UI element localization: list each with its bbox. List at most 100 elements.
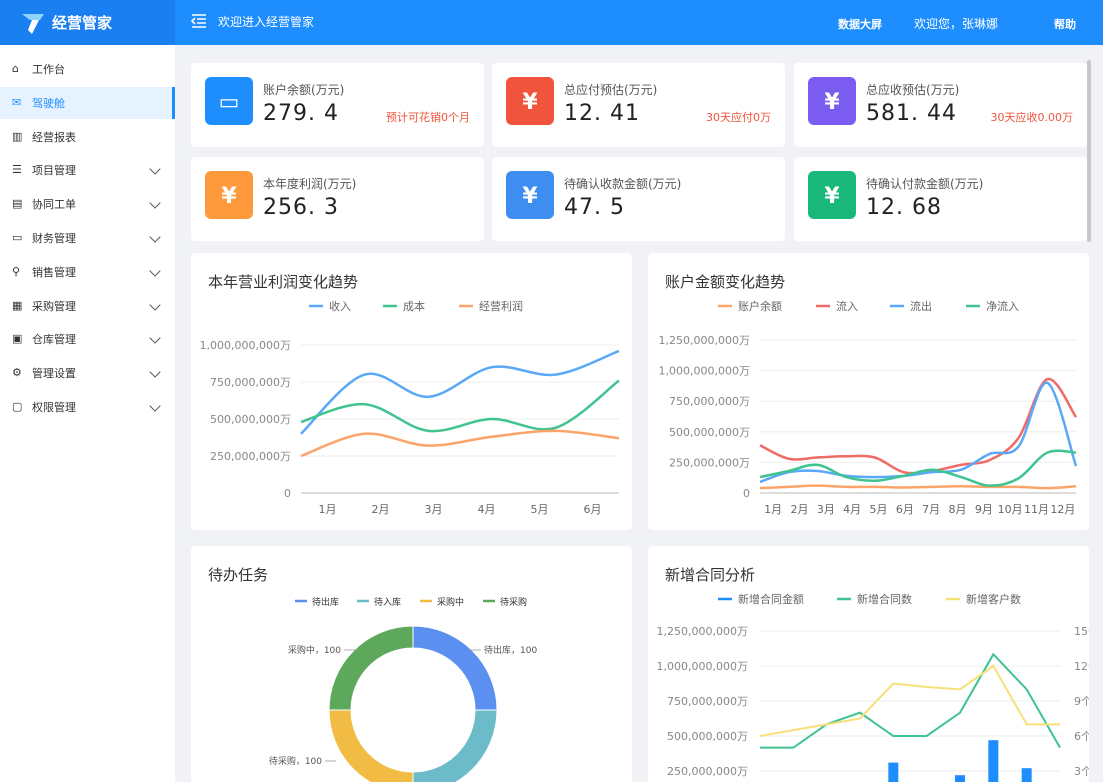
x-tick-label: 5月	[870, 503, 888, 516]
svg-text:¥: ¥	[824, 90, 840, 115]
y-tick-label: 500,000,000万	[669, 426, 750, 439]
money-bag-icon: ¥	[205, 171, 253, 219]
y-tick-label: 1,000,000,000万	[200, 339, 291, 352]
x-tick-label: 4月	[843, 503, 861, 516]
x-tick-label: 4月	[478, 503, 496, 516]
legend-item[interactable]: 流入	[816, 299, 858, 313]
sidebar-item-0[interactable]: ⌂ 工作台	[0, 53, 175, 85]
legend-item[interactable]: 新增客户数	[946, 592, 1021, 606]
user-greeting[interactable]: 欢迎您，张琳娜	[914, 15, 998, 32]
pie-slice[interactable]	[328, 625, 414, 711]
legend-item[interactable]: 待入库	[357, 596, 401, 608]
stat-card[interactable]: ¥ 总应收预估(万元) 581. 44 30天应收0.00万	[794, 63, 1087, 147]
sidebar-item-label: 权限管理	[32, 401, 76, 414]
legend-item[interactable]: 账户余额	[718, 299, 782, 313]
legend-label: 账户余额	[738, 299, 782, 313]
series-line	[759, 484, 1077, 490]
receivable-icon: ¥	[808, 77, 856, 125]
x-tick-label: 1月	[764, 503, 782, 516]
y-tick-label: 250,000,000万	[210, 450, 291, 463]
x-tick-label: 2月	[372, 503, 390, 516]
menu-fold-icon[interactable]	[190, 12, 208, 30]
stat-card[interactable]: ¥ 本年度利润(万元) 256. 3	[191, 157, 484, 241]
series-line	[759, 381, 1078, 484]
x-tick-label: 3月	[425, 503, 443, 516]
sidebar-item-7[interactable]: ▦ 采购管理	[0, 290, 175, 322]
x-tick-label: 7月	[922, 503, 940, 516]
legend-item[interactable]: 流出	[890, 299, 932, 313]
slice-label: 待出库，100	[484, 644, 537, 656]
sidebar-item-10[interactable]: ▢ 权限管理	[0, 391, 175, 423]
y-tick-label: 250,000,000万	[669, 456, 750, 469]
logo-icon	[22, 13, 44, 34]
stat-label: 本年度利润(万元)	[263, 177, 357, 191]
sidebar: ⌂ 工作台 ✉ 驾驶舱 ▥ 经营报表 ☰ 项目管理 ▤ 协同工单 ▭ 财务管理 ⚲ 销售管理 ▦ 采购管理 ▣ 仓…	[0, 45, 175, 782]
pie-slice[interactable]	[412, 625, 498, 711]
y-tick-label: 750,000,000万	[210, 376, 291, 389]
legend-item[interactable]: 采购中	[420, 596, 464, 608]
chevron-down-icon	[149, 197, 161, 209]
legend-item[interactable]: 收入	[309, 299, 351, 313]
scrollbar[interactable]	[1087, 60, 1091, 242]
bar-chart-icon: ▥	[12, 129, 23, 143]
stat-note: 30天应付0万	[706, 111, 771, 124]
legend-label: 净流入	[986, 299, 1019, 313]
sidebar-item-8[interactable]: ▣ 仓库管理	[0, 323, 175, 355]
y-tick-label: 500,000,000万	[210, 413, 291, 426]
svg-text:¥: ¥	[522, 184, 538, 209]
chevron-down-icon	[149, 265, 161, 277]
legend-label: 经营利润	[479, 299, 523, 313]
stat-value: 12. 68	[866, 195, 942, 220]
pie-slice[interactable]	[412, 709, 498, 782]
logo[interactable]: 经营管家	[0, 0, 175, 45]
sidebar-item-4[interactable]: ▤ 协同工单	[0, 188, 175, 220]
list-icon: ☰	[12, 163, 22, 177]
legend-item[interactable]: 新增合同数	[837, 592, 912, 606]
stat-card[interactable]: ¥ 待确认收款金额(万元) 47. 5	[492, 157, 785, 241]
account-trend-panel: 账户金额变化趋势 0 250,000,000万 500,000,000万 750,00…	[648, 253, 1089, 530]
x-tick-label: 10月	[998, 503, 1023, 516]
svg-text:¥: ¥	[522, 90, 538, 115]
sidebar-item-6[interactable]: ⚲ 销售管理	[0, 256, 175, 288]
y2-tick-label: 15个	[1074, 625, 1089, 638]
account-trend-chart: 0 250,000,000万 500,000,000万 750,000,000万 1,0…	[659, 299, 1078, 516]
y-tick-label: 0	[743, 487, 750, 500]
sidebar-item-1[interactable]: ✉ 驾驶舱	[0, 86, 175, 119]
stat-card[interactable]: ▭ 账户余额(万元) 279. 4 预计可花销0个月	[191, 63, 484, 147]
y-tick-label: 1,000,000,000万	[657, 660, 748, 673]
sidebar-item-2[interactable]: ▥ 经营报表	[0, 121, 175, 153]
sidebar-item-5[interactable]: ▭ 财务管理	[0, 222, 175, 254]
x-tick-label: 8月	[949, 503, 967, 516]
legend-item[interactable]: 待出库	[295, 596, 339, 608]
stat-card[interactable]: ¥ 总应付预估(万元) 12. 41 30天应付0万	[492, 63, 785, 147]
series-line	[300, 349, 620, 435]
sidebar-item-3[interactable]: ☰ 项目管理	[0, 154, 175, 186]
legend-item[interactable]: 待采购	[483, 596, 527, 608]
legend-item[interactable]: 经营利润	[459, 299, 523, 313]
sidebar-item-9[interactable]: ⚙ 管理设置	[0, 357, 175, 389]
stat-card[interactable]: ¥ 待确认付款金额(万元) 12. 68	[794, 157, 1087, 241]
legend-label: 流出	[910, 299, 932, 313]
help-link[interactable]: 帮助	[1054, 16, 1076, 32]
legend-item[interactable]: 成本	[383, 299, 425, 313]
legend-label: 待出库	[312, 596, 339, 608]
big-screen-link[interactable]: 数据大屏	[838, 16, 882, 32]
stat-note: 30天应收0.00万	[990, 111, 1074, 124]
receipt-confirm-icon: ¥	[506, 171, 554, 219]
legend-item[interactable]: 新增合同金额	[718, 592, 804, 606]
sidebar-item-label: 销售管理	[32, 265, 76, 279]
welcome-text: 欢迎进入经营管家	[218, 15, 315, 29]
svg-text:¥: ¥	[824, 184, 840, 209]
sidebar-item-label: 采购管理	[32, 299, 76, 313]
x-tick-label: 1月	[319, 503, 337, 516]
mail-icon: ✉	[12, 95, 22, 109]
y-tick-label: 750,000,000万	[667, 695, 748, 708]
x-tick-label: 5月	[531, 503, 549, 516]
contract-analysis-chart: 250,000,000万 3个 500,000,000万 6个 750,000,000万…	[657, 592, 1089, 782]
pie-slice[interactable]	[328, 709, 414, 782]
legend-label: 新增合同金额	[738, 592, 804, 606]
x-tick-label: 9月	[975, 503, 993, 516]
gear-icon: ⚙	[12, 366, 22, 380]
legend-item[interactable]: 净流入	[966, 299, 1019, 313]
legend-label: 新增客户数	[966, 592, 1021, 606]
